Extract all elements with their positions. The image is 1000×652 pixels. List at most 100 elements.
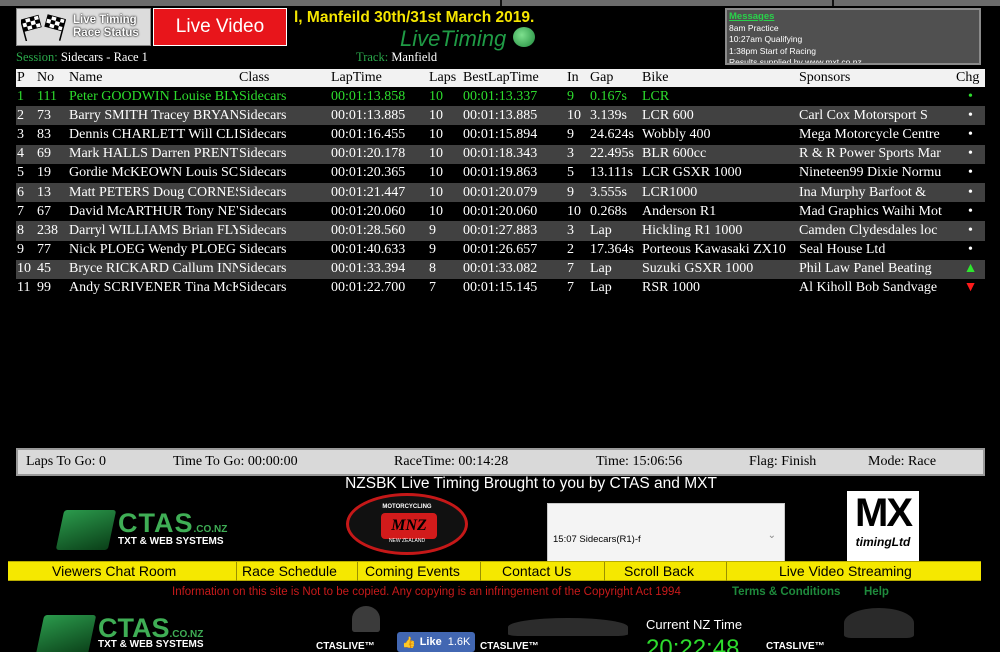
cell-name: Dennis CHARLETT Will CLIMO — [68, 125, 238, 145]
table-row[interactable]: 519Gordie McKEOWN Louis SCRIVENERSidecar… — [16, 163, 985, 183]
messages-heading[interactable]: Messages — [729, 11, 977, 23]
column-header-gap[interactable]: Gap — [589, 69, 641, 87]
cell-p: 9 — [16, 240, 36, 260]
cell-laptime: 00:01:16.455 — [330, 125, 428, 145]
cell-in: 10 — [566, 106, 589, 126]
cell-in: 5 — [566, 163, 589, 183]
cell-class: Sidecars — [238, 259, 330, 279]
table-row[interactable]: 6 13 Matt PETERS Doug CORNES Sidecars 00:01:… — [16, 182, 985, 203]
position-up-icon: ▲ — [955, 259, 985, 279]
cell-sponsors: Mega Motorcycle Centre — [798, 125, 955, 145]
mx-logo-subtext: timingLtd — [855, 535, 911, 549]
cell-name: Nick PLOEG Wendy PLOEG — [68, 240, 238, 260]
cell-laptime: 00:01:22.700 — [330, 278, 428, 299]
session-value: Sidecars - Race 1 — [60, 50, 148, 64]
table-row[interactable]: 1199Andy SCRIVENER Tina McKEOWNSidecars0… — [16, 278, 985, 299]
cell-in: 9 — [566, 182, 589, 203]
livetiming-logo: LiveTiming — [400, 26, 507, 51]
position-down-icon: ▼ — [955, 278, 985, 299]
table-row[interactable]: 2 73 Barry SMITH Tracey BRYAN Sidecars 00:01… — [16, 106, 985, 126]
nav-live-video-streaming[interactable]: Live Video Streaming — [779, 563, 912, 579]
cell-laps: 10 — [428, 144, 462, 164]
table-row[interactable]: 1045Bryce RICKARD Callum INNESSidecars00… — [16, 259, 985, 279]
column-header-in[interactable]: In — [566, 69, 589, 87]
ctaslive-bike-image[interactable]: CTASLIVE™ — [312, 604, 402, 652]
race-status-label: Live Timing Race Status — [73, 14, 139, 39]
cell-bike: Wobbly 400 — [641, 125, 798, 145]
cell-gap: Lap — [589, 259, 641, 279]
like-count: 1.6K — [447, 636, 471, 648]
cell-name: Bryce RICKARD Callum INNES — [68, 259, 238, 279]
cell-chg: • — [955, 240, 985, 260]
ctas-footer-logo[interactable]: CTAS.CO.NZ TXT & WEB SYSTEMS — [35, 613, 225, 652]
cell-sponsors: Ina Murphy Barfoot & — [798, 182, 955, 203]
column-header-name[interactable]: Name — [68, 69, 238, 87]
nav-viewers-chat[interactable]: Viewers Chat Room — [52, 563, 176, 579]
cell-no: 83 — [36, 125, 68, 145]
messages-panel[interactable]: Messages 8am Practice 10:27am Qualifying… — [725, 8, 981, 65]
cell-name: Peter GOODWIN Louise BLYTHE — [68, 87, 238, 107]
ctaslive-boat-image[interactable]: CTASLIVE™ — [478, 604, 638, 652]
cell-laps: 10 — [428, 125, 462, 145]
column-header-p[interactable]: P — [16, 69, 36, 87]
nav-contact-us[interactable]: Contact Us — [502, 563, 571, 579]
column-header-no[interactable]: No — [36, 69, 68, 87]
race-select[interactable]: 15:07 Sidecars(R1)-f ⌄ — [547, 503, 785, 568]
cell-best: 00:01:15.894 — [462, 125, 566, 145]
ctas-logo[interactable]: CTAS.CO.NZ TXT & WEB SYSTEMS — [55, 508, 245, 550]
cell-in: 10 — [566, 202, 589, 222]
cell-p: 6 — [16, 182, 36, 203]
nav-coming-events[interactable]: Coming Events — [365, 563, 460, 579]
live-video-button[interactable]: Live Video — [153, 8, 287, 46]
like-label: Like — [419, 636, 442, 648]
facebook-like-button[interactable]: 👍 Like 1.6K — [397, 632, 475, 652]
cell-laptime: 00:01:40.633 — [330, 240, 428, 260]
cell-best: 00:01:20.079 — [462, 182, 566, 203]
column-header-class[interactable]: Class — [238, 69, 330, 87]
column-header-bestlaptime[interactable]: BestLapTime — [462, 69, 566, 87]
message-line: 8am Practice — [729, 22, 779, 33]
column-header-sponsors[interactable]: Sponsors — [798, 69, 955, 87]
cell-chg: • — [955, 125, 985, 145]
ctaslive-caption: CTASLIVE™ — [766, 641, 825, 652]
mnz-logo[interactable]: MOTORCYCLING MNZ NEW ZEALAND — [346, 493, 468, 555]
table-row[interactable]: 4 69 Mark HALLS Darren PRENTIS Sidecars 00:0… — [16, 144, 985, 164]
nav-divider — [357, 562, 358, 581]
mode-status: Mode: Race — [868, 454, 937, 469]
nav-scroll-back[interactable]: Scroll Back — [624, 563, 694, 579]
race-status-bar: Laps To Go: 0 Time To Go: 00:00:00 RaceT… — [16, 448, 985, 476]
column-header-chg[interactable]: Chg — [955, 69, 985, 87]
cell-sponsors: Mad Graphics Waihi Mot — [798, 202, 955, 222]
cell-gap: 3.139s — [589, 106, 641, 126]
cell-best: 00:01:15.145 — [462, 278, 566, 299]
table-row[interactable]: 383Dennis CHARLETT Will CLIMOSidecars00:… — [16, 125, 985, 145]
mx-timing-logo[interactable]: MX timingLtd — [847, 491, 919, 563]
cell-bike: LCR 600 — [641, 106, 798, 126]
cell-chg: • — [955, 163, 985, 183]
column-header-laps[interactable]: Laps — [428, 69, 462, 87]
race-status-button[interactable]: Live Timing Race Status — [16, 8, 151, 46]
cell-name: Darryl WILLIAMS Brian FLYNN — [68, 221, 238, 241]
column-header-bike[interactable]: Bike — [641, 69, 798, 87]
cell-no: 111 — [36, 87, 68, 107]
nz-time-label: Current NZ Time — [646, 617, 743, 632]
cell-class: Sidecars — [238, 182, 330, 203]
cell-sponsors: Seal House Ltd — [798, 240, 955, 260]
results-table: P No Name Class LapTime Laps BestLapTime In Gap B… — [16, 69, 985, 299]
column-header-laptime[interactable]: LapTime — [330, 69, 428, 87]
mnz-logo-bottom: NEW ZEALAND — [388, 538, 426, 544]
cell-bike: Porteous Kawasaki ZX10 — [641, 240, 798, 260]
cell-p: 2 — [16, 106, 36, 126]
terms-link[interactable]: Terms & Conditions — [732, 586, 840, 598]
table-row[interactable]: 8238Darryl WILLIAMS Brian FLYNNSidecars0… — [16, 221, 985, 241]
event-title: l, Manfeild 30th/31st March 2019. — [294, 9, 535, 26]
help-link[interactable]: Help — [864, 586, 889, 598]
cell-in: 7 — [566, 278, 589, 299]
time-to-go: Time To Go: 00:00:00 — [173, 454, 298, 469]
ctaslive-motorbike-image[interactable]: CTASLIVE™ — [764, 604, 924, 652]
table-row[interactable]: 1111Peter GOODWIN Louise BLYTHESidecars0… — [16, 87, 985, 107]
nav-race-schedule[interactable]: Race Schedule — [242, 563, 337, 579]
cell-best: 00:01:20.060 — [462, 202, 566, 222]
table-row[interactable]: 9 77 Nick PLOEG Wendy PLOEG Sidecars 00:01:4… — [16, 240, 985, 260]
table-row[interactable]: 7 67 David McARTHUR Tony NEW Sidecars 00:01:… — [16, 202, 985, 222]
